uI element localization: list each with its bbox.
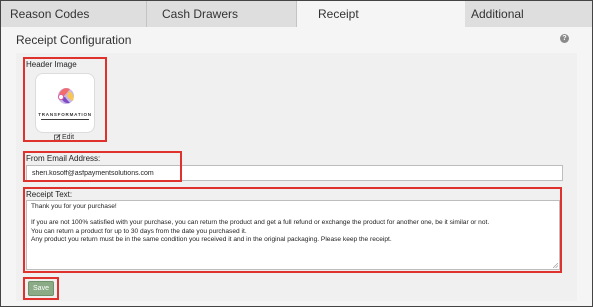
receipt-config-window: Reason Codes Cash Drawers Receipt Additi…: [0, 0, 593, 307]
tab-cash-drawers[interactable]: Cash Drawers: [147, 1, 297, 27]
question-circle-icon[interactable]: ?: [560, 34, 569, 43]
page-title: Receipt Configuration: [16, 33, 132, 47]
highlight-receipt-text: [23, 187, 562, 273]
highlight-save-button: [23, 277, 59, 300]
tab-reason-codes[interactable]: Reason Codes: [1, 1, 147, 27]
tab-bar: Reason Codes Cash Drawers Receipt Additi…: [1, 1, 592, 27]
highlight-email: [23, 151, 182, 182]
tab-additional[interactable]: Additional: [465, 1, 592, 27]
highlight-header-image: [23, 57, 107, 142]
tab-receipt[interactable]: Receipt: [297, 1, 465, 27]
